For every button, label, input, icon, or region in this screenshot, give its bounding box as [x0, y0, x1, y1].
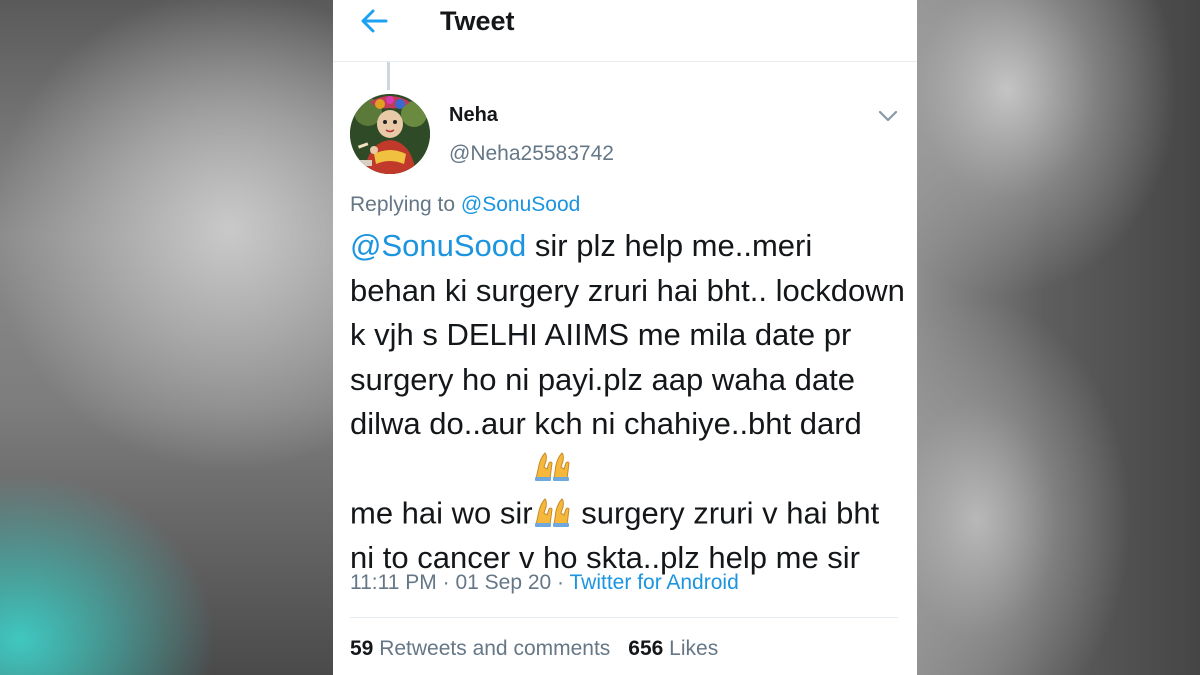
meta-divider	[350, 617, 898, 618]
folded-hands-emoji-icon	[533, 447, 573, 527]
tweet-meta: 11:11 PM · 01 Sep 20 · Twitter for Andro…	[350, 571, 739, 595]
replying-to-line: Replying to @SonuSood	[350, 193, 580, 217]
tweet-screen: Tweet Neha @Neha25583742 Replying to @So…	[333, 0, 917, 675]
likes-stat[interactable]: 656 Likes	[628, 637, 718, 660]
meta-separator: ·	[436, 571, 456, 594]
tweet-text-part1: sir plz help me..meri behan ki surgery z…	[350, 228, 905, 530]
meta-separator: ·	[551, 571, 570, 594]
back-arrow-icon[interactable]	[359, 6, 389, 36]
tweet-stats: 59 Retweets and comments 656 Likes	[350, 637, 718, 661]
tweet-date[interactable]: 01 Sep 20	[455, 571, 551, 594]
top-bar: Tweet	[333, 0, 917, 58]
tweet-text: @SonuSood sir plz help me..meri behan ki…	[350, 224, 905, 580]
tweet-source-link[interactable]: Twitter for Android	[570, 571, 739, 594]
retweets-stat[interactable]: 59 Retweets and comments	[350, 637, 610, 660]
likes-count: 656	[628, 637, 664, 660]
avatar[interactable]	[350, 94, 430, 174]
chevron-down-icon[interactable]	[877, 106, 899, 126]
header-divider	[333, 61, 917, 62]
replying-to-label: Replying to	[350, 193, 461, 216]
likes-label: Likes	[663, 637, 719, 660]
blurred-background-left	[0, 0, 333, 675]
user-display-name[interactable]: Neha	[449, 104, 498, 127]
tweet-mention-link[interactable]: @SonuSood	[350, 228, 526, 263]
user-handle[interactable]: @Neha25583742	[449, 142, 614, 166]
thread-connector-line	[387, 62, 390, 90]
retweets-count: 59	[350, 637, 374, 660]
page-title: Tweet	[440, 6, 515, 36]
tweet-time[interactable]: 11:11 PM	[350, 571, 437, 594]
replying-to-mention-link[interactable]: @SonuSood	[461, 193, 580, 216]
deity-photo-avatar	[350, 94, 430, 174]
blurred-background-right	[917, 0, 1200, 675]
retweets-label: Retweets and comments	[373, 637, 611, 660]
